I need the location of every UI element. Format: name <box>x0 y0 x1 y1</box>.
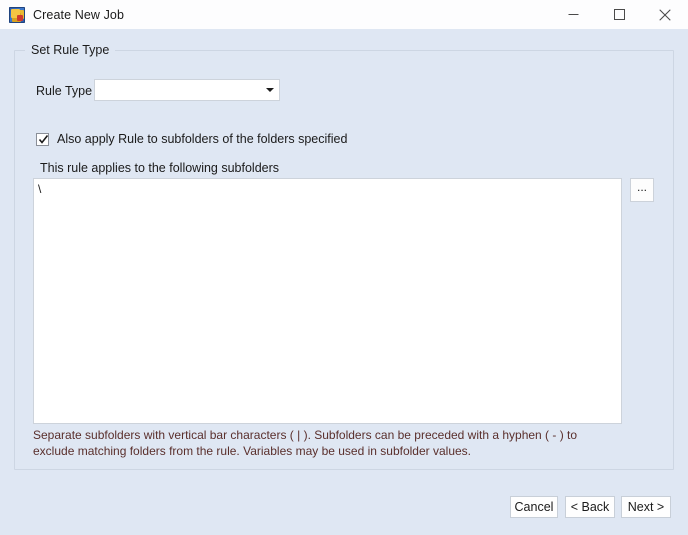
create-new-job-dialog: Create New Job Set Rule Type Rule Type A… <box>0 0 688 535</box>
rule-type-label: Rule Type <box>36 84 93 98</box>
next-button[interactable]: Next > <box>621 496 671 518</box>
subfolders-input[interactable]: \ <box>33 178 622 424</box>
groupbox-legend: Set Rule Type <box>25 43 116 57</box>
browse-subfolders-button[interactable]: ... <box>630 178 654 202</box>
chevron-down-icon <box>261 80 279 100</box>
subfolders-hint: Separate subfolders with vertical bar ch… <box>33 428 578 458</box>
close-icon <box>659 8 671 21</box>
subfolders-caption: This rule applies to the following subfo… <box>40 161 280 175</box>
app-icon <box>9 6 25 23</box>
maximize-button[interactable] <box>596 0 642 29</box>
apply-to-subfolders-checkbox[interactable] <box>36 132 49 146</box>
title-bar: Create New Job <box>0 0 688 29</box>
minimize-button[interactable] <box>550 0 596 29</box>
check-icon <box>38 134 49 144</box>
minimize-icon <box>568 14 578 15</box>
apply-to-subfolders-label: Also apply Rule to subfolders of the fol… <box>57 132 348 146</box>
rule-type-dropdown[interactable] <box>94 79 280 101</box>
back-button[interactable]: < Back <box>565 496 615 518</box>
window-title: Create New Job <box>33 7 125 22</box>
close-button[interactable] <box>642 0 688 29</box>
apply-to-subfolders-row[interactable]: Also apply Rule to subfolders of the fol… <box>36 132 347 146</box>
cancel-button[interactable]: Cancel <box>510 496 558 518</box>
maximize-icon <box>613 9 625 20</box>
